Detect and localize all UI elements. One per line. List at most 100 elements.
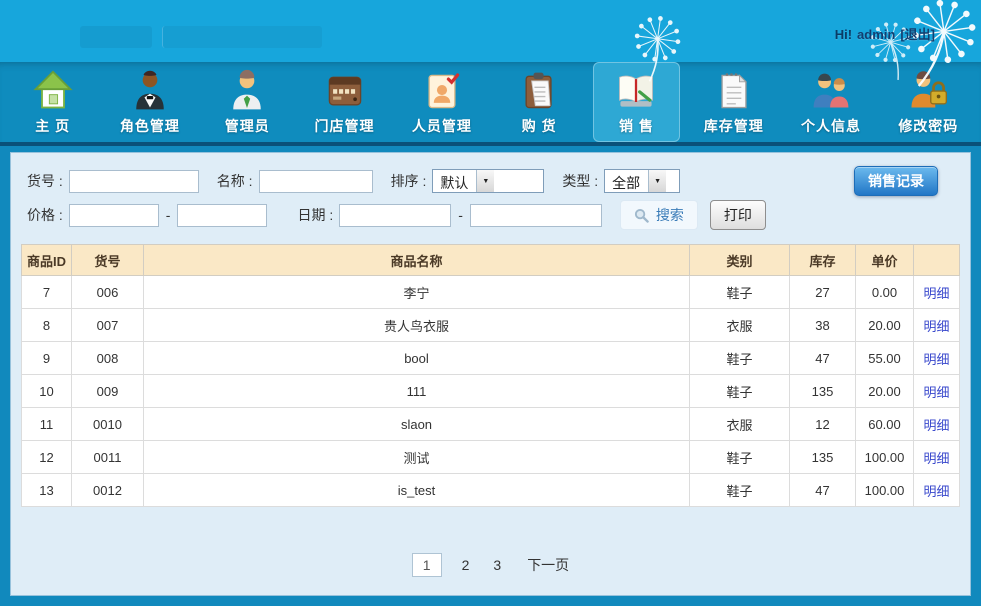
print-button-label: 打印 <box>724 207 752 223</box>
greeting-text: Hi! <box>835 27 852 42</box>
cell-stock: 38 <box>790 309 856 342</box>
cell-product-name: slaon <box>144 408 690 441</box>
cell-product-name: 贵人鸟衣服 <box>144 309 690 342</box>
cell-unit-price: 20.00 <box>856 309 914 342</box>
nav-label: 角色管理 <box>120 116 180 136</box>
detail-link[interactable]: 明细 <box>923 451 949 466</box>
cell-product-name: bool <box>144 342 690 375</box>
cell-item-no: 0011 <box>72 441 144 474</box>
nav-item-store-management[interactable]: 门店管理 <box>301 62 388 142</box>
nav-item-home[interactable]: 主 页 <box>9 62 96 142</box>
cell-item-no: 008 <box>72 342 144 375</box>
item-no-label: 货号 : <box>27 171 63 191</box>
table-row: 8 007 贵人鸟衣服 衣服 38 20.00 明细 <box>22 309 960 342</box>
staff-management-icon <box>420 69 464 113</box>
nav-label: 主 页 <box>35 116 70 136</box>
nav-item-purchase[interactable]: 购 货 <box>495 62 582 142</box>
nav-item-inventory-management[interactable]: 库存管理 <box>690 62 777 142</box>
table-header-row: 商品ID 货号 商品名称 类别 库存 单价 <box>22 245 960 276</box>
sort-select[interactable]: 默认 ▼ <box>432 169 544 193</box>
sales-record-button[interactable]: 销售记录 <box>854 166 938 196</box>
sales-admin-page: { "header": { "greeting": "Hi!", "userna… <box>0 0 981 606</box>
search-icon <box>634 208 649 223</box>
nav-item-staff-management[interactable]: 人员管理 <box>398 62 485 142</box>
nav-item-sales[interactable]: 销 售 <box>593 62 680 142</box>
nav-label: 管理员 <box>225 116 270 136</box>
filter-row-2: 价格 : - 日期 : - 搜索 打印 <box>27 200 956 230</box>
nav-label: 库存管理 <box>704 116 764 136</box>
administrator-icon <box>225 69 269 113</box>
cell-product-name: 测试 <box>144 441 690 474</box>
search-button[interactable]: 搜索 <box>620 200 698 230</box>
date-label: 日期 : <box>297 205 333 225</box>
search-button-label: 搜索 <box>656 205 684 225</box>
detail-link[interactable]: 明细 <box>923 352 949 367</box>
nav-item-administrator[interactable]: 管理员 <box>204 62 291 142</box>
cell-stock: 47 <box>790 342 856 375</box>
col-category: 类别 <box>690 245 790 276</box>
table-row: 7 006 李宁 鞋子 27 0.00 明细 <box>22 276 960 309</box>
cell-category: 衣服 <box>690 309 790 342</box>
logout-link[interactable]: [退出] <box>900 27 935 42</box>
type-selected-value: 全部 <box>605 170 648 192</box>
nav-label: 个人信息 <box>801 116 861 136</box>
content-panel: 货号 : 名称 : 排序 : 默认 ▼ 类型 : 全部 ▼ 销售记录 价格 : … <box>10 152 971 596</box>
detail-link[interactable]: 明细 <box>923 385 949 400</box>
cell-product-id: 11 <box>22 408 72 441</box>
nav-label: 购 货 <box>522 116 557 136</box>
cell-unit-price: 55.00 <box>856 342 914 375</box>
page-button-1[interactable]: 1 <box>412 553 442 577</box>
filter-row-1: 货号 : 名称 : 排序 : 默认 ▼ 类型 : 全部 ▼ 销售记录 <box>27 166 956 196</box>
nav-label: 门店管理 <box>315 116 375 136</box>
detail-link[interactable]: 明细 <box>923 286 949 301</box>
user-greeting: Hi!admin[退出] <box>835 24 935 43</box>
cell-category: 鞋子 <box>690 441 790 474</box>
cell-product-id: 8 <box>22 309 72 342</box>
date-range-dash: - <box>458 207 463 223</box>
price-min-input[interactable] <box>69 204 159 227</box>
nav-item-role-management[interactable]: 角色管理 <box>106 62 193 142</box>
item-no-input[interactable] <box>69 170 199 193</box>
nav-item-change-password[interactable]: 修改密码 <box>885 62 972 142</box>
logo <box>80 26 152 48</box>
filter-section: 货号 : 名称 : 排序 : 默认 ▼ 类型 : 全部 ▼ 销售记录 价格 : … <box>11 153 970 240</box>
cell-category: 鞋子 <box>690 375 790 408</box>
sales-icon <box>614 69 658 113</box>
cell-item-no: 0012 <box>72 474 144 507</box>
type-select[interactable]: 全部 ▼ <box>604 169 680 193</box>
cell-item-no: 007 <box>72 309 144 342</box>
cell-item-no: 0010 <box>72 408 144 441</box>
date-from-input[interactable] <box>339 204 451 227</box>
name-label: 名称 : <box>217 171 253 191</box>
price-max-input[interactable] <box>177 204 267 227</box>
next-page-button[interactable]: 下一页 <box>527 555 569 575</box>
cell-product-name: 李宁 <box>144 276 690 309</box>
cell-category: 鞋子 <box>690 342 790 375</box>
change-password-icon <box>906 69 950 113</box>
cell-product-id: 12 <box>22 441 72 474</box>
cell-category: 衣服 <box>690 408 790 441</box>
detail-link[interactable]: 明细 <box>923 484 949 499</box>
role-management-icon <box>128 69 172 113</box>
profile-icon <box>809 69 853 113</box>
cell-unit-price: 20.00 <box>856 375 914 408</box>
table-row: 11 0010 slaon 衣服 12 60.00 明细 <box>22 408 960 441</box>
cell-product-id: 13 <box>22 474 72 507</box>
chevron-down-icon: ▼ <box>648 170 666 192</box>
page-button-2[interactable]: 2 <box>458 554 474 576</box>
main-navigation: 主 页 角色管理 管理员 门店管理 <box>0 62 981 146</box>
date-to-input[interactable] <box>470 204 602 227</box>
nav-item-personal-info[interactable]: 个人信息 <box>787 62 874 142</box>
print-button[interactable]: 打印 <box>710 200 766 230</box>
cell-product-id: 9 <box>22 342 72 375</box>
cell-stock: 135 <box>790 441 856 474</box>
name-input[interactable] <box>259 170 373 193</box>
detail-link[interactable]: 明细 <box>923 319 949 334</box>
price-range-dash: - <box>166 207 171 223</box>
col-product-name: 商品名称 <box>144 245 690 276</box>
page-button-3[interactable]: 3 <box>489 554 505 576</box>
col-product-id: 商品ID <box>22 245 72 276</box>
top-header-band: Hi!admin[退出] <box>0 0 981 62</box>
cell-unit-price: 100.00 <box>856 441 914 474</box>
detail-link[interactable]: 明细 <box>923 418 949 433</box>
